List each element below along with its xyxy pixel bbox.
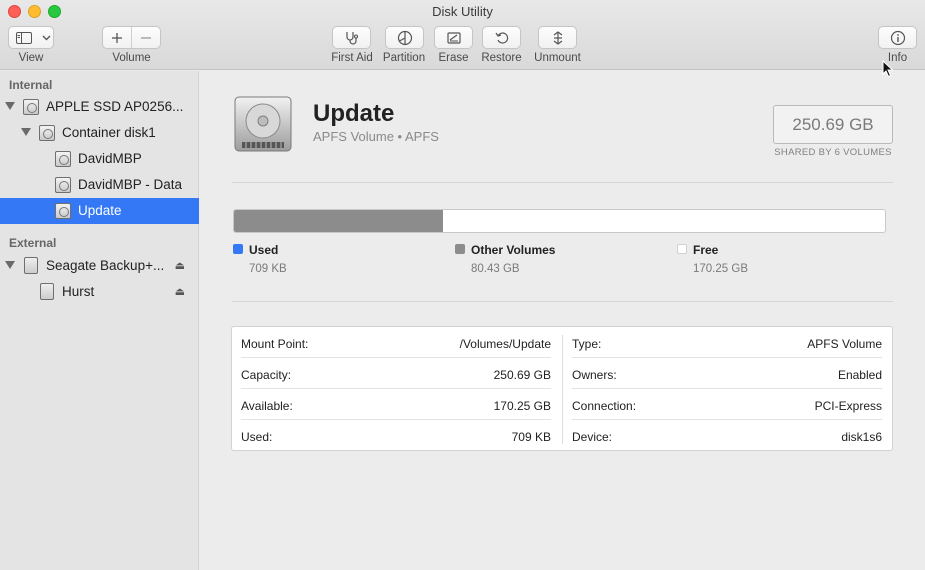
info-row-owners: Owners: Enabled xyxy=(572,358,882,389)
used-swatch xyxy=(233,244,243,254)
divider xyxy=(232,301,893,302)
unmount-icon xyxy=(553,30,562,45)
legend-other-value: 80.43 GB xyxy=(471,263,520,275)
chevron-down-icon xyxy=(39,27,53,48)
eraser-icon xyxy=(446,31,461,44)
other-volumes-swatch xyxy=(455,244,465,254)
sidebar-item-label: Seagate Backup+... xyxy=(46,258,165,273)
sidebar: Internal APPLE SSD AP0256... Container d… xyxy=(0,71,199,570)
plus-icon xyxy=(112,32,122,43)
erase-button[interactable] xyxy=(434,26,473,49)
unmount-label: Unmount xyxy=(534,52,581,64)
internal-disk-icon xyxy=(23,99,39,115)
info-row-mount-point: Mount Point: /Volumes/Update xyxy=(241,327,551,358)
disclosure-triangle-icon[interactable] xyxy=(5,261,15,269)
restore-button[interactable] xyxy=(482,26,521,49)
sidebar-section-internal: Internal xyxy=(9,78,53,92)
volume-label: Volume xyxy=(112,52,151,64)
sidebar-item-container-disk1[interactable]: Container disk1 xyxy=(0,120,199,146)
minus-icon xyxy=(141,36,151,39)
volume-name: Update xyxy=(313,100,395,127)
first-aid-label: First Aid xyxy=(331,52,373,64)
usage-bar-other-segment xyxy=(234,210,443,232)
volume-size-badge: 250.69 GB xyxy=(773,105,893,144)
info-row-type: Type: APFS Volume xyxy=(572,327,882,358)
sidebar-item-label: Hurst xyxy=(62,284,95,299)
view-button[interactable] xyxy=(8,26,54,49)
info-row-used: Used: 709 KB xyxy=(241,430,551,444)
usage-bar xyxy=(233,209,886,233)
sidebar-item-update[interactable]: Update xyxy=(0,198,199,224)
eject-icon[interactable]: ⏏ xyxy=(175,285,185,298)
info-button[interactable] xyxy=(878,26,917,49)
divider xyxy=(232,182,893,183)
info-row-device: Device: disk1s6 xyxy=(572,430,882,444)
info-icon xyxy=(890,30,905,45)
sidebar-item-label: Container disk1 xyxy=(62,125,156,140)
volume-segment xyxy=(102,26,161,49)
add-volume-button[interactable] xyxy=(103,27,131,48)
eject-icon[interactable]: ⏏ xyxy=(175,259,185,272)
restore-icon xyxy=(495,31,508,44)
volume-detail-pane: Update APFS Volume • APFS 250.69 GB SHAR… xyxy=(200,71,925,570)
hard-drive-icon xyxy=(234,96,292,154)
first-aid-button[interactable] xyxy=(332,26,371,49)
shared-volumes-note: SHARED BY 6 VOLUMES xyxy=(774,147,892,158)
toolbar: Disk Utility View Volume First Aid Parti… xyxy=(0,0,925,70)
sidebar-item-label: APPLE SSD AP0256... xyxy=(46,99,184,114)
sidebar-item-label: DavidMBP xyxy=(78,151,142,166)
disclosure-triangle-icon[interactable] xyxy=(21,128,31,136)
view-label: View xyxy=(18,52,44,64)
window-title: Disk Utility xyxy=(432,4,493,19)
external-disk-icon xyxy=(24,257,38,274)
legend-free-label: Free xyxy=(693,243,719,257)
remove-volume-button[interactable] xyxy=(132,27,160,48)
sidebar-item-seagate-backup[interactable]: Seagate Backup+... ⏏ xyxy=(0,253,199,279)
sidebar-item-davidmbp[interactable]: DavidMBP xyxy=(0,146,199,172)
info-row-capacity: Capacity: 250.69 GB xyxy=(241,358,551,389)
legend-used-label: Used xyxy=(249,243,279,257)
container-icon xyxy=(39,125,55,141)
info-row-available: Available: 170.25 GB xyxy=(241,389,551,420)
partition-button[interactable] xyxy=(385,26,424,49)
sidebar-section-external: External xyxy=(9,236,57,250)
mouse-cursor-icon xyxy=(882,59,894,83)
free-swatch xyxy=(677,244,687,254)
disk-utility-window: Disk Utility View Volume First Aid Parti… xyxy=(0,0,925,570)
legend-used-value: 709 KB xyxy=(249,263,287,275)
sidebar-item-davidmbp-data[interactable]: DavidMBP - Data xyxy=(0,172,199,198)
pie-chart-icon xyxy=(397,30,412,45)
disclosure-triangle-icon[interactable] xyxy=(5,102,15,110)
volume-icon xyxy=(55,177,71,193)
external-volume-icon xyxy=(40,283,54,300)
volume-icon xyxy=(55,203,71,219)
stethoscope-icon xyxy=(345,31,358,45)
volume-subtitle: APFS Volume • APFS xyxy=(313,129,439,144)
sidebar-item-label: DavidMBP - Data xyxy=(78,177,183,192)
legend-free-value: 170.25 GB xyxy=(693,263,748,275)
sidebar-icon xyxy=(9,27,39,48)
legend-other-label: Other Volumes xyxy=(471,243,556,257)
restore-label: Restore xyxy=(481,52,522,64)
volume-info-table: Mount Point: /Volumes/Update Capacity: 2… xyxy=(231,326,893,451)
sidebar-item-apple-ssd[interactable]: APPLE SSD AP0256... xyxy=(0,94,199,120)
sidebar-item-label: Update xyxy=(78,203,122,218)
info-row-connection: Connection: PCI-Express xyxy=(572,389,882,420)
sidebar-item-hurst[interactable]: Hurst ⏏ xyxy=(0,279,199,305)
unmount-button[interactable] xyxy=(538,26,577,49)
volume-icon xyxy=(55,151,71,167)
